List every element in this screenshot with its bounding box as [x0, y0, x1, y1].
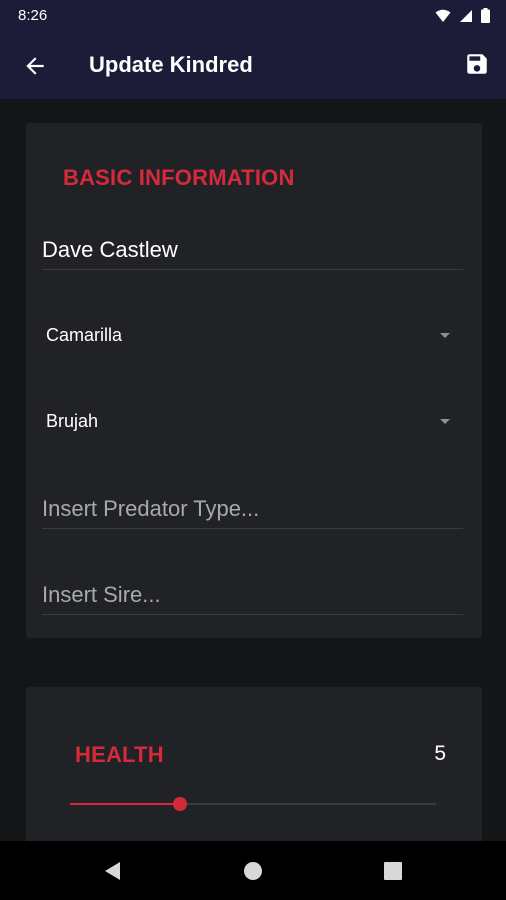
- predator-type-placeholder: Insert Predator Type...: [42, 496, 260, 521]
- arrow-left-icon[interactable]: [22, 53, 48, 79]
- basic-information-title: BASIC INFORMATION: [63, 165, 295, 190]
- status-time: 8:26: [18, 7, 48, 24]
- home-circle-icon[interactable]: [241, 859, 265, 883]
- clan-selected: Brujah: [46, 411, 99, 431]
- name-field[interactable]: Dave Castlew: [42, 225, 463, 270]
- app-bar: Update Kindred: [0, 32, 506, 99]
- chevron-down-icon: [440, 333, 450, 338]
- name-value: Dave Castlew: [42, 237, 178, 262]
- slider-thumb[interactable]: [172, 797, 187, 811]
- save-icon[interactable]: [464, 51, 490, 77]
- health-title: HEALTH: [75, 742, 164, 767]
- page-title: Update Kindred: [89, 52, 253, 77]
- sect-dropdown[interactable]: Camarilla: [46, 316, 450, 356]
- predator-type-field[interactable]: Insert Predator Type...: [42, 484, 463, 529]
- scroll-content[interactable]: BASIC INFORMATION Dave Castlew Camarilla…: [0, 99, 506, 841]
- basic-information-card: BASIC INFORMATION Dave Castlew Camarilla…: [26, 123, 482, 638]
- sire-placeholder: Insert Sire...: [42, 582, 161, 607]
- sect-selected: Camarilla: [46, 325, 123, 345]
- wifi-icon: [435, 9, 451, 22]
- slider-fill: [70, 803, 180, 805]
- health-card: HEALTH 5: [26, 687, 482, 841]
- recents-square-icon[interactable]: [381, 859, 405, 883]
- health-value: 5: [434, 742, 446, 765]
- back-triangle-icon[interactable]: [101, 859, 125, 883]
- signal-icon: [460, 9, 472, 22]
- status-icons: [435, 8, 490, 23]
- chevron-down-icon: [440, 419, 450, 424]
- health-slider[interactable]: [70, 794, 436, 814]
- clan-dropdown[interactable]: Brujah: [46, 402, 450, 442]
- battery-icon: [481, 8, 490, 23]
- status-bar: 8:26: [0, 0, 506, 32]
- system-nav-bar: [0, 841, 506, 900]
- sire-field[interactable]: Insert Sire...: [42, 570, 463, 615]
